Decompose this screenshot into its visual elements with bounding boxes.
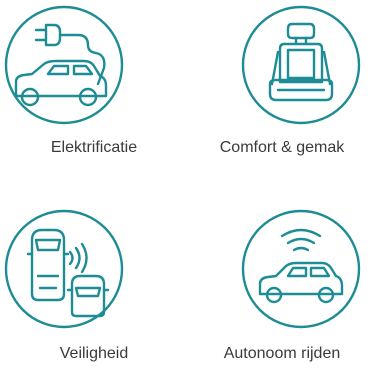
feature-tile-comfort-gemak[interactable]: Comfort & gemak: [188, 0, 376, 184]
car-seat-icon: [241, 5, 361, 125]
electric-car-plug-icon: [4, 5, 124, 125]
feature-tile-autonoom-rijden[interactable]: Autonoom rijden: [188, 184, 376, 368]
feature-tile-elektrificatie[interactable]: Elektrificatie: [0, 0, 188, 184]
feature-label: Autonoom rijden: [223, 345, 341, 362]
feature-label: Comfort & gemak: [219, 139, 345, 156]
feature-label: Elektrificatie: [50, 139, 138, 156]
cars-sensor-icon: [4, 209, 124, 329]
feature-tile-veiligheid[interactable]: Veiligheid: [0, 184, 188, 368]
feature-label: Veiligheid: [59, 345, 129, 362]
connected-car-icon: [241, 209, 361, 329]
